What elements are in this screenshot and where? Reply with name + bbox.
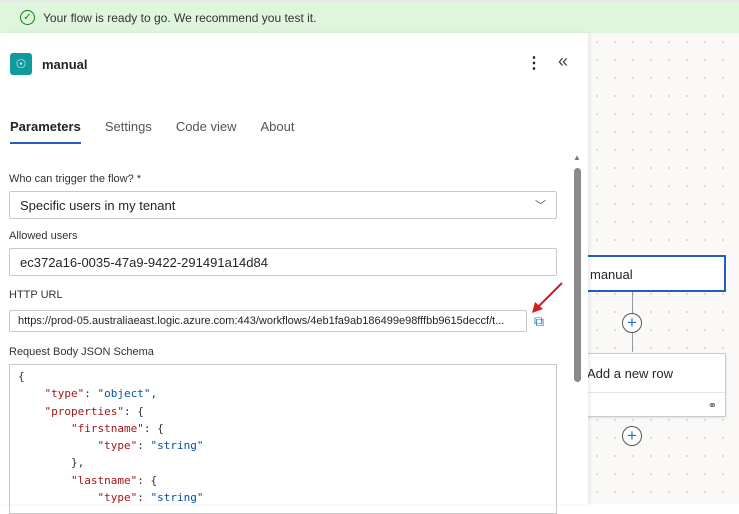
success-banner: ✓ Your flow is ready to go. We recommend…: [0, 0, 739, 33]
allowed-users-label: Allowed users: [9, 230, 78, 242]
code-token: "lastname": [70, 473, 138, 487]
code-line: "lastname": {: [18, 472, 556, 489]
input-value: ec372a16-0035-47a9-9422-291491a14d84: [20, 254, 268, 270]
code-token: "object": [97, 387, 151, 401]
trigger-icon: ☉: [10, 53, 32, 75]
panel-title: manual: [42, 56, 88, 72]
scrollbar[interactable]: [574, 168, 581, 382]
flow-node-manual[interactable]: manual: [585, 255, 726, 292]
code-token: {: [18, 370, 25, 383]
node-title: manual: [590, 267, 633, 282]
code-token: "type": [97, 491, 138, 505]
code-line: {: [18, 368, 556, 385]
check-circle-icon: ✓: [20, 10, 35, 25]
schema-label: Request Body JSON Schema: [9, 346, 154, 358]
code-token: "type": [44, 387, 85, 401]
code-token: },: [18, 456, 85, 470]
link-icon: ⚭: [707, 400, 717, 412]
who-can-trigger-label: Who can trigger the flow? *: [9, 173, 142, 185]
collapse-panel-icon[interactable]: «: [558, 51, 568, 72]
add-step-plus-icon[interactable]: +: [622, 426, 642, 446]
tab-parameters[interactable]: Parameters: [10, 119, 81, 144]
tab-code-view[interactable]: Code view: [176, 119, 237, 144]
node-title: Add a new row: [587, 366, 673, 381]
insert-step-plus-icon[interactable]: +: [622, 313, 642, 333]
code-token: "type": [97, 439, 138, 453]
url-value: https://prod-05.australiaeast.logic.azur…: [18, 315, 505, 327]
divider: [586, 392, 725, 393]
details-panel: ☉ manual ⋮ « Parameters Settings Code vi…: [0, 33, 588, 514]
tab-bar: Parameters Settings Code view About: [10, 119, 295, 144]
more-options-icon[interactable]: ⋮: [526, 53, 542, 73]
red-arrow-annotation: [532, 282, 563, 313]
copy-icon[interactable]: ⧉: [534, 313, 544, 330]
code-line: },: [18, 454, 556, 471]
banner-message: Your flow is ready to go. We recommend y…: [43, 10, 317, 25]
code-token: "string": [150, 439, 204, 453]
code-token: : {: [143, 421, 164, 435]
allowed-users-input[interactable]: ec372a16-0035-47a9-9422-291491a14d84: [9, 248, 557, 276]
code-line: "type": "object",: [18, 385, 556, 402]
code-token: "string": [150, 491, 204, 505]
json-schema-editor[interactable]: { "type": "object", "properties": { "fir…: [9, 364, 557, 514]
http-url-field[interactable]: https://prod-05.australiaeast.logic.azur…: [9, 310, 527, 332]
flow-node-add-row[interactable]: Add a new row ⚭: [585, 353, 726, 417]
scroll-up-icon[interactable]: ▲: [573, 153, 581, 162]
code-token: : {: [137, 473, 158, 487]
tab-settings[interactable]: Settings: [105, 119, 152, 144]
code-token: :: [137, 439, 151, 453]
code-line: "firstname": {: [18, 420, 556, 437]
code-token: :: [137, 491, 151, 505]
tab-about[interactable]: About: [261, 119, 295, 144]
http-url-label: HTTP URL: [9, 289, 63, 301]
code-token: "firstname": [70, 421, 144, 435]
code-token: "properties": [44, 404, 124, 418]
code-token: : {: [123, 404, 144, 418]
code-line: "type": "string": [18, 437, 556, 454]
chevron-down-icon: ﹀: [535, 200, 546, 212]
code-token: :: [84, 387, 98, 401]
who-can-trigger-dropdown[interactable]: Specific users in my tenant ﹀: [9, 191, 557, 219]
code-line: "properties": {: [18, 403, 556, 420]
dropdown-value: Specific users in my tenant: [20, 197, 176, 213]
code-token: ,: [150, 387, 158, 401]
